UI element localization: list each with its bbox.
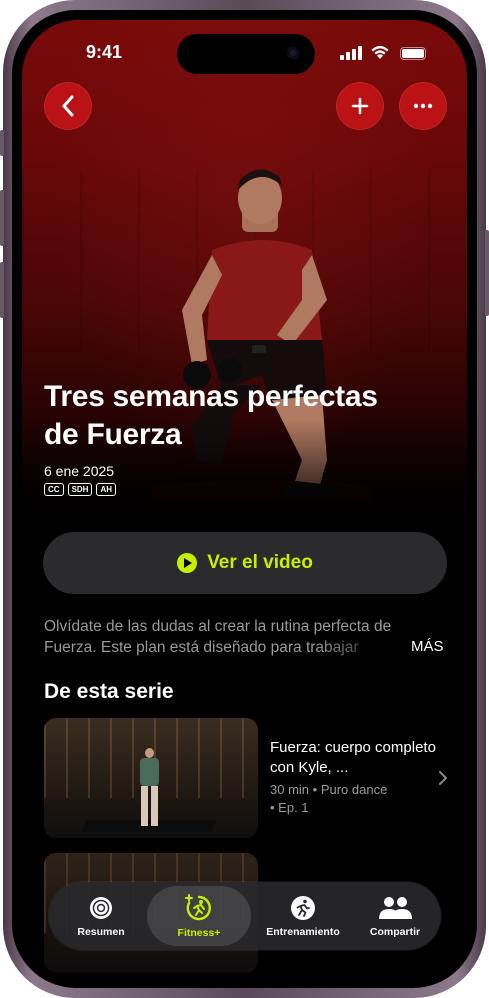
episode-duration: 30 min — [270, 782, 310, 797]
side-button — [485, 230, 489, 316]
play-icon — [177, 553, 198, 573]
thumbnail-trainer-body — [140, 758, 159, 786]
more-button[interactable] — [399, 82, 447, 130]
tab-compartir[interactable]: Compartir — [355, 886, 435, 946]
volume-up-button — [0, 190, 4, 246]
camera-icon — [287, 47, 299, 59]
description: Olvídate de las dudas al crear la rutina… — [44, 616, 444, 658]
battery-icon — [400, 47, 426, 60]
release-date: 6 ene 2025 — [44, 463, 115, 479]
chevron-right-icon[interactable] — [438, 770, 448, 786]
tab-label: Compartir — [369, 925, 421, 938]
people-icon — [379, 896, 412, 919]
tab-entrenamiento[interactable]: Entrenamiento — [251, 886, 355, 946]
back-button[interactable] — [44, 82, 92, 130]
tab-bar: Resumen Fitness+ Entrenamiento Compartir — [49, 882, 441, 950]
title-line-2: de Fuerza — [44, 418, 182, 451]
action-button — [0, 130, 4, 156]
screen: 9:41 Tres semanas perfectas de Fuerza 6 … — [22, 20, 467, 978]
description-line-1: Olvídate de las dudas al crear la rutina… — [44, 618, 392, 635]
thumbnail-trainer-legs — [141, 786, 158, 826]
episode-meta: 30 min • Puro dance • Ep. 1 — [270, 782, 388, 815]
more-link[interactable]: MÁS — [411, 638, 444, 655]
chevron-left-icon — [62, 95, 74, 117]
fitness-plus-icon — [185, 893, 211, 920]
episode-thumbnail[interactable] — [44, 718, 258, 838]
play-video-button[interactable]: Ver el video — [43, 532, 447, 594]
plus-icon — [351, 97, 369, 115]
tab-fitness-plus[interactable]: Fitness+ — [147, 886, 251, 946]
tab-label: Fitness+ — [177, 926, 221, 939]
volume-down-button — [0, 262, 4, 318]
tab-label: Resumen — [77, 925, 125, 938]
episode-music: Puro dance — [320, 782, 388, 797]
cellular-signal-icon — [340, 46, 362, 60]
tab-label: Entrenamiento — [266, 925, 340, 938]
dynamic-island — [177, 34, 315, 74]
add-button[interactable] — [336, 82, 384, 130]
episode-number: Ep. 1 — [278, 800, 309, 815]
play-video-label: Ver el video — [207, 552, 313, 573]
episode-title[interactable]: Fuerza: cuerpo completo con Kyle, ... — [270, 738, 440, 778]
activity-rings-icon — [90, 896, 112, 919]
sdh-badge: SDH — [67, 483, 93, 496]
thumbnail-trainer-head — [145, 748, 154, 758]
series-heading: De esta serie — [44, 680, 174, 703]
cc-badge: CC — [44, 483, 64, 496]
status-time: 9:41 — [86, 42, 123, 62]
wifi-icon — [371, 45, 389, 59]
title-line-1: Tres semanas perfectas — [44, 380, 378, 413]
accessibility-badges: CC SDH AH — [44, 483, 117, 496]
tab-resumen[interactable]: Resumen — [55, 886, 147, 946]
running-figure-icon — [291, 895, 315, 920]
ah-badge: AH — [96, 483, 117, 496]
workout-title: Tres semanas perfectas de Fuerza — [44, 378, 424, 454]
ellipsis-icon — [413, 103, 433, 109]
description-line-2: Fuerza. Este plan está diseñado para tra… — [44, 639, 359, 656]
